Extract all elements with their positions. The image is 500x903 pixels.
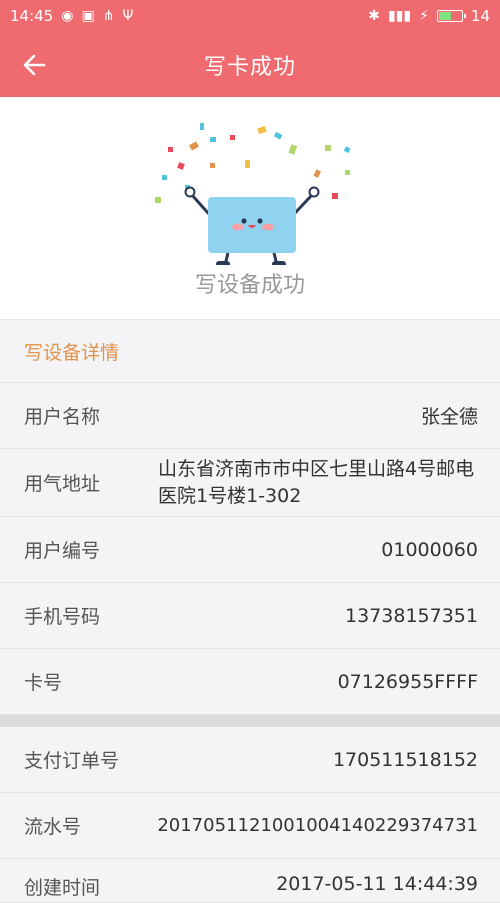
title-bar: 写卡成功 <box>0 32 500 97</box>
row-value: 张全德 <box>420 406 478 428</box>
status-bar: 14:45 ◉ ▣ ⋔ Ψ ✱ ▮▮▮ ⚡ 14 <box>0 0 500 32</box>
section-title: 写设备详情 <box>0 320 500 383</box>
section-divider <box>0 715 500 727</box>
row-value: 170511518152 <box>332 748 478 771</box>
row-value: 山东省济南市市中区七里山路4号邮电医院1号楼1-302 <box>158 457 475 507</box>
detail-row-user-number: 用户编号 01000060 <box>0 517 500 583</box>
row-label: 用气地址 <box>24 473 101 495</box>
row-label: 支付订单号 <box>24 750 120 772</box>
detail-row-order-number: 支付订单号 170511518152 <box>0 727 500 793</box>
row-label: 用户名称 <box>24 406 101 428</box>
row-label: 用户编号 <box>24 540 101 562</box>
detail-row-serial-number: 流水号 20170511210010041402293747​31 <box>0 793 500 859</box>
row-value: 01000060 <box>381 538 478 561</box>
charging-icon: ⚡ <box>419 8 429 24</box>
battery-icon <box>436 10 466 22</box>
weibo-icon: ◉ <box>61 8 74 24</box>
detail-row-card-number: 卡号 07126955FFFF <box>0 649 500 715</box>
battery-level: 14 <box>470 7 490 25</box>
page-title: 写卡成功 <box>203 54 296 80</box>
row-label: 卡号 <box>24 672 63 694</box>
success-hero: 写设备成功 <box>0 97 500 320</box>
signal-icon: ▮▮▮ <box>387 8 412 24</box>
usb-icon: Ψ <box>122 8 134 24</box>
row-label: 流水号 <box>24 816 82 838</box>
row-label: 手机号码 <box>24 606 101 628</box>
bluetooth-icon: ✱ <box>368 8 380 24</box>
clock: 14:45 <box>10 7 54 25</box>
detail-row-user-name: 用户名称 张全德 <box>0 383 500 449</box>
detail-row-phone: 手机号码 13738157351 <box>0 583 500 649</box>
share-icon: ⋔ <box>102 8 115 24</box>
row-value: 20170511210010041402293747​31 <box>157 815 478 836</box>
success-message: 写设备成功 <box>194 273 305 298</box>
row-value: 13738157351 <box>345 604 478 627</box>
detail-row-address: 用气地址 山东省济南市市中区七里山路4号邮电医院1号楼1-302 <box>0 449 500 517</box>
row-label: 创建时间 <box>24 877 101 899</box>
back-arrow-icon <box>23 54 46 75</box>
celebrating-card-illustration <box>155 123 351 265</box>
detail-row-created-time: 创建时间 2017-05-11 14:44:39 <box>0 859 500 903</box>
row-value: 07126955FFFF <box>337 670 478 693</box>
app-notification-icon: ▣ <box>81 8 95 24</box>
row-value: 2017-05-11 14:44:39 <box>276 873 478 895</box>
back-button[interactable] <box>20 51 48 79</box>
